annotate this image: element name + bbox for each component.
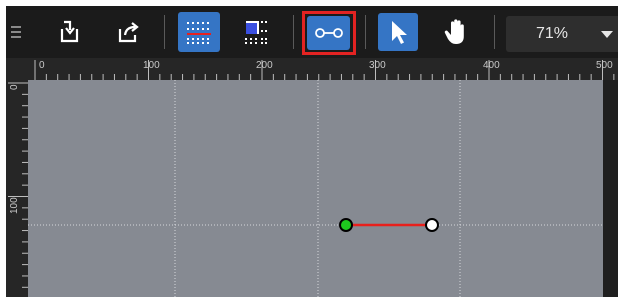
segment-start-handle[interactable]: [339, 218, 353, 232]
ruler-ticks: [34, 60, 615, 80]
vertical-ruler[interactable]: 0 100: [6, 80, 28, 297]
toolbar-separator: [293, 15, 294, 49]
toolbar-separator: [164, 15, 165, 49]
ruler-label: 0: [9, 84, 20, 90]
editor-window: 71% 0 100 200 300 400 500 0 100: [6, 6, 618, 297]
ruler-label: 100: [9, 197, 20, 214]
zoom-value: 71%: [536, 25, 569, 42]
ruler-label: 400: [483, 60, 500, 71]
scrollbar[interactable]: [603, 80, 618, 297]
grid-icon: [187, 22, 211, 44]
chevron-down-icon: [601, 31, 613, 38]
ruler-ticks: [8, 82, 28, 288]
zoom-dropdown[interactable]: 71%: [506, 16, 618, 52]
highlight-box: [302, 11, 356, 55]
export-button[interactable]: [110, 14, 146, 50]
cursor-icon: [392, 21, 407, 44]
snap-icon: [245, 21, 267, 44]
ruler-label: 100: [143, 60, 160, 71]
toolbar-separator: [494, 15, 495, 49]
pan-tool-button[interactable]: [438, 14, 474, 50]
select-tool-button[interactable]: [378, 13, 418, 51]
import-button[interactable]: [50, 14, 86, 50]
link-segment[interactable]: [28, 80, 603, 297]
horizontal-ruler[interactable]: 0 100 200 300 400 500: [28, 58, 618, 80]
import-icon: [60, 20, 79, 43]
segment-end-handle[interactable]: [425, 218, 439, 232]
drag-handle-icon[interactable]: [6, 14, 26, 50]
export-icon: [118, 22, 139, 43]
toolbar: 71%: [6, 6, 618, 58]
hand-icon: [444, 19, 464, 44]
toolbar-separator: [365, 15, 366, 49]
grid-toggle-button[interactable]: [178, 12, 220, 52]
ruler-label: 0: [39, 60, 45, 71]
ruler-label: 300: [369, 60, 386, 71]
canvas[interactable]: [28, 80, 603, 297]
ruler-label: 500: [596, 60, 613, 71]
ruler-corner: [6, 58, 28, 80]
ruler-label: 200: [256, 60, 273, 71]
snap-button[interactable]: [238, 14, 274, 50]
